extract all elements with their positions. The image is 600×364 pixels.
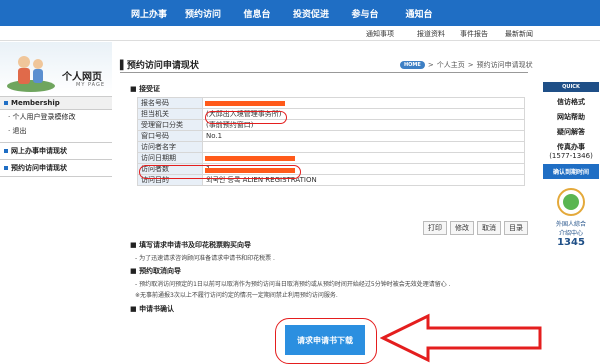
profile-title: 个人网页: [62, 72, 102, 83]
quick-panel: QUICK 信访格式 网站帮助 疑问解答 传真办事 (1577-1346) 确认…: [543, 82, 599, 248]
row-value: No.1: [202, 130, 525, 142]
left-nav-reservation-status[interactable]: 预约访问申请现状: [0, 160, 112, 177]
section-title: ■ 接受证: [130, 85, 161, 93]
download-form-button[interactable]: 请求申请书下载: [285, 325, 365, 355]
center-name: 外国人綜合 介绍中心: [555, 221, 586, 237]
note-text: - 为了迅速请求咨询顾问准备请求申请书和印花税票 .: [135, 255, 275, 262]
quick-link[interactable]: 传真办事: [543, 142, 599, 152]
square-bullet-icon: [4, 149, 8, 153]
note-text: - 预约取消访问预定的1日以前可以取消作为预约访问当日取消预约或从预约时间开始经…: [135, 281, 451, 288]
subnav-event[interactable]: 事件报告: [460, 29, 488, 39]
row-value: [202, 141, 525, 153]
top-nav-item[interactable]: 信息台: [230, 7, 284, 20]
row-label: 窗口号码: [137, 130, 203, 142]
square-bullet-icon: [4, 166, 8, 170]
breadcrumb: HOME > 个人主页 > 预约访问申请现状: [400, 60, 533, 70]
list-button[interactable]: 目录: [504, 221, 528, 235]
subnav-news[interactable]: 最新新闻: [505, 29, 533, 39]
quick-header: QUICK: [543, 82, 599, 92]
table-row: 受理窗口分类 (事前预约窗口): [137, 119, 525, 131]
section-title: ■ 申请书确认: [130, 305, 175, 313]
sub-nav-bar: 通知事项 报道资料 事件报告 最新新闻: [0, 26, 600, 41]
membership-header: Membership: [0, 96, 112, 110]
redaction-mark: [205, 156, 295, 161]
table-row: 报名号码: [137, 97, 525, 109]
quick-link[interactable]: 疑问解答: [543, 127, 599, 137]
row-label: 担当机关: [137, 108, 203, 120]
phone-number: (1577-1346): [549, 152, 593, 160]
row-label: 受理窗口分类: [137, 119, 203, 131]
square-bullet-icon: [4, 101, 8, 105]
left-nav-edit-user[interactable]: · 个人用户登录模修改: [0, 110, 112, 124]
family-illustration: [7, 56, 55, 92]
left-nav-online-status[interactable]: 网上办事申请现状: [0, 142, 112, 160]
action-buttons: 打印 修改 取消 目录: [423, 221, 528, 235]
left-nav-logout[interactable]: · 退出: [0, 124, 112, 138]
redaction-mark: [205, 168, 295, 173]
section-title: ■ 填写请求申请书及印花税票购买向导: [130, 241, 252, 249]
top-nav-item[interactable]: 参与台: [338, 7, 392, 20]
breadcrumb-item: 预约访问申请现状: [476, 61, 533, 69]
title-divider: [120, 72, 528, 73]
top-nav-item[interactable]: 预约访问: [176, 7, 230, 20]
table-row: 窗口号码 No.1: [137, 130, 525, 142]
top-nav-item[interactable]: 投资促进: [284, 7, 338, 20]
row-label: 报名号码: [137, 97, 203, 109]
profile-banner: 个人网页 MY PAGE: [0, 42, 112, 94]
center-number: 1345: [557, 237, 585, 248]
print-button[interactable]: 打印: [423, 221, 447, 235]
breadcrumb-item[interactable]: 个人主页: [437, 60, 465, 70]
top-nav-item[interactable]: 网上办事: [122, 7, 176, 20]
edit-button[interactable]: 修改: [450, 221, 474, 235]
table-row: 访问日期期: [137, 152, 525, 164]
visit-time-button[interactable]: 确认到期时间: [543, 164, 599, 179]
redaction-mark: [205, 101, 285, 106]
profile-subtitle: MY PAGE: [76, 82, 106, 88]
top-nav-item[interactable]: 通知台: [392, 7, 446, 20]
table-row: 担当机关 (大邱出入境管理事务所): [137, 108, 525, 120]
arrow-left-icon: [380, 313, 542, 363]
highlight-box: [205, 111, 287, 124]
page-title: ▌预约访问申请现状: [120, 61, 199, 71]
cancel-button[interactable]: 取消: [477, 221, 501, 235]
top-nav-bar: 网上办事 预约访问 信息台 投资促进 参与台 通知台: [0, 0, 600, 26]
row-label: 访问日期期: [137, 152, 203, 164]
left-nav: Membership · 个人用户登录模修改 · 退出 网上办事申请现状 预约访…: [0, 96, 112, 177]
table-row: 访问者名字: [137, 141, 525, 153]
quick-link[interactable]: 信访格式: [543, 97, 599, 107]
quick-link[interactable]: 网站帮助: [543, 112, 599, 122]
subnav-report[interactable]: 报道资料: [417, 29, 445, 39]
note-text: ※无事前通报3次以上不履行访问约定的情况一定期间禁止利用预约访问服务.: [135, 292, 338, 299]
center-logo-icon: [557, 188, 585, 216]
section-title: ■ 预约取消向导: [130, 267, 182, 275]
home-badge[interactable]: HOME: [400, 61, 425, 69]
subnav-notice[interactable]: 通知事项: [366, 29, 394, 39]
row-label: 访问者名字: [137, 141, 203, 153]
